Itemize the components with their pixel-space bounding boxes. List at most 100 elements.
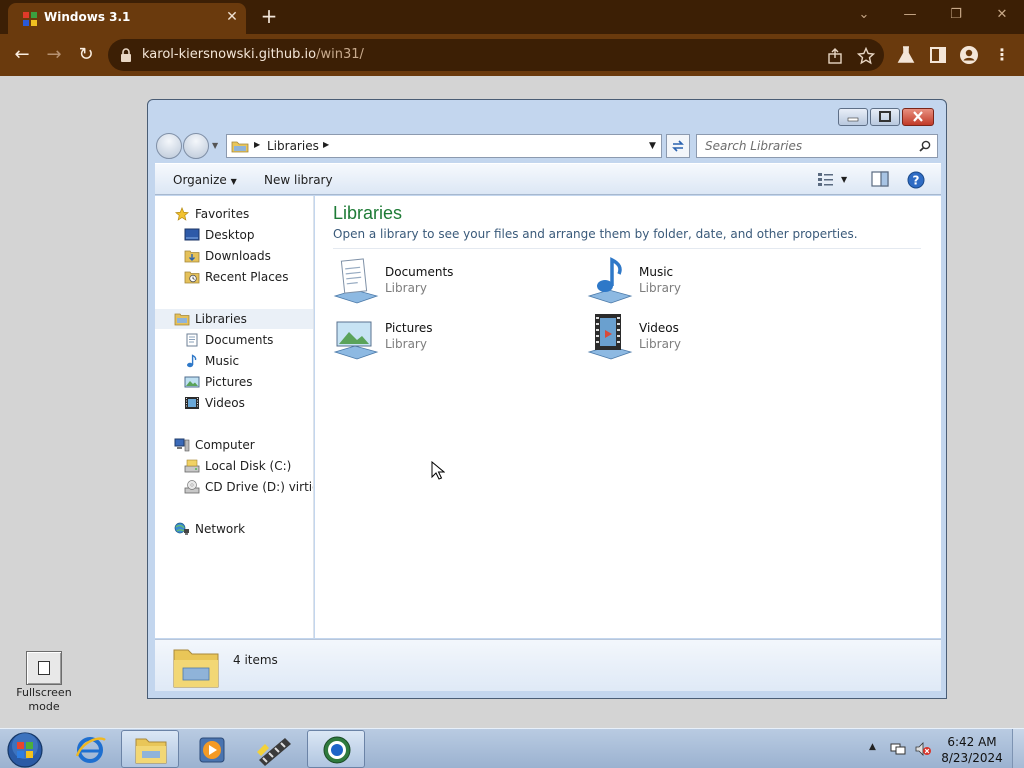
movie-maker-icon <box>257 738 291 766</box>
details-pane: 4 items <box>155 639 941 691</box>
search-icon[interactable] <box>919 140 931 152</box>
forward-arrow-icon[interactable]: → <box>42 43 66 67</box>
nav-libraries[interactable]: Libraries <box>155 309 313 329</box>
menu-kebab-icon[interactable]: ⋮ <box>990 43 1014 67</box>
window-maximize-button[interactable] <box>870 108 900 126</box>
nav-desktop[interactable]: Desktop <box>155 225 313 245</box>
url-host: karol-kiersnowski.github.io <box>142 47 317 62</box>
tray-overflow-icon[interactable]: ▲ <box>869 742 876 752</box>
restore-icon[interactable]: ❐ <box>942 4 970 26</box>
show-desktop-button[interactable] <box>1012 729 1024 768</box>
library-music[interactable]: Music Library <box>585 256 785 304</box>
minimize-glyph-icon <box>847 117 859 122</box>
refresh-button[interactable] <box>666 134 690 158</box>
share-icon[interactable] <box>826 47 844 65</box>
nav-downloads[interactable]: Downloads <box>155 246 313 266</box>
refresh-arrows-icon <box>672 140 684 152</box>
nav-pictures-label: Pictures <box>205 375 253 389</box>
explorer-back-button[interactable] <box>156 133 182 159</box>
nav-videos[interactable]: Videos <box>155 393 313 413</box>
address-row: ▼ ▶ Libraries ▶ ▼ Search Libraries <box>156 132 938 160</box>
music-library-icon <box>587 257 633 304</box>
nav-computer[interactable]: Computer <box>155 435 313 455</box>
windows-favicon-icon <box>23 12 37 26</box>
fullscreen-label: Fullscreen mode <box>16 686 72 713</box>
nav-music[interactable]: Music <box>155 351 313 371</box>
bookmark-star-icon[interactable] <box>857 47 875 65</box>
cd-drive-icon <box>184 480 200 494</box>
window-close-button[interactable] <box>902 108 934 126</box>
volume-muted-icon[interactable] <box>914 741 932 757</box>
reload-icon[interactable]: ↻ <box>74 43 98 67</box>
start-button-icon[interactable] <box>6 731 44 768</box>
music-note-icon <box>187 354 197 368</box>
fullscreen-icon <box>38 661 50 675</box>
help-icon[interactable]: ? <box>907 171 925 189</box>
close-window-icon[interactable]: ✕ <box>988 4 1016 26</box>
organize-button[interactable]: Organize ▼ <box>173 173 237 187</box>
explorer-window[interactable]: ▼ ▶ Libraries ▶ ▼ Search Libraries Organ… <box>147 99 947 699</box>
taskbar-movie-maker[interactable] <box>245 730 303 768</box>
taskbar-windows-explorer[interactable] <box>121 730 179 768</box>
caption-buttons <box>838 108 938 126</box>
taskbar-clock[interactable]: 6:42 AM 8/23/2024 <box>940 734 1004 766</box>
explorer-forward-button[interactable] <box>183 133 209 159</box>
change-view-icon[interactable] <box>817 171 835 187</box>
mouse-cursor-icon <box>431 461 445 480</box>
new-library-button[interactable]: New library <box>264 173 333 187</box>
media-center-icon <box>323 736 351 764</box>
nav-favorites[interactable]: Favorites <box>155 204 313 224</box>
url-text: karol-kiersnowski.github.io/win31/ <box>142 47 364 62</box>
side-panel-icon[interactable] <box>928 45 948 65</box>
library-videos[interactable]: Videos Library <box>585 312 785 360</box>
new-tab-button[interactable]: + <box>258 6 280 28</box>
window-minimize-button[interactable] <box>838 108 868 126</box>
nav-recent-places-label: Recent Places <box>205 270 289 284</box>
nav-music-label: Music <box>205 354 240 368</box>
documents-icon <box>186 333 198 347</box>
desktop-icon <box>184 228 200 241</box>
nav-recent-places[interactable]: Recent Places <box>155 267 313 287</box>
network-icon <box>174 522 189 535</box>
nav-cd-drive[interactable]: CD Drive (D:) virtio-w <box>155 477 313 497</box>
library-name: Videos <box>639 321 679 335</box>
nav-pictures[interactable]: Pictures <box>155 372 313 392</box>
profile-avatar-icon[interactable] <box>959 45 979 65</box>
nav-local-disk[interactable]: Local Disk (C:) <box>155 456 313 476</box>
nav-videos-label: Videos <box>205 396 245 410</box>
view-options-chevron-icon[interactable]: ▼ <box>841 175 847 184</box>
tab-close-icon[interactable]: ✕ <box>222 7 242 27</box>
computer-icon <box>174 438 190 452</box>
search-input[interactable]: Search Libraries <box>696 134 938 158</box>
libraries-folder-icon <box>231 141 249 153</box>
nav-documents-label: Documents <box>205 333 274 347</box>
nav-network[interactable]: Network <box>155 519 313 539</box>
fullscreen-button[interactable] <box>26 651 62 685</box>
taskbar-internet-explorer[interactable] <box>61 730 119 768</box>
browser-tab[interactable]: Windows 3.1 ✕ <box>8 3 246 34</box>
back-arrow-icon[interactable]: ← <box>10 43 34 67</box>
taskbar-media-player[interactable] <box>183 730 241 768</box>
windows-explorer-icon <box>135 738 167 764</box>
documents-library-icon <box>333 258 379 304</box>
taskbar-active-app[interactable] <box>307 730 365 768</box>
breadcrumb-separator-icon[interactable]: ▶ <box>254 140 260 149</box>
breadcrumb-arrow-icon[interactable]: ▶ <box>323 140 329 149</box>
library-pictures[interactable]: Pictures Library <box>331 312 531 360</box>
svg-text:?: ? <box>913 174 920 188</box>
extension-flask-icon[interactable] <box>896 45 916 65</box>
address-bar[interactable]: karol-kiersnowski.github.io/win31/ <box>108 39 884 71</box>
address-dropdown-icon[interactable]: ▼ <box>649 141 656 151</box>
local-disk-icon <box>184 459 200 473</box>
network-tray-icon[interactable] <box>890 741 908 757</box>
recent-pages-chevron-icon[interactable]: ▼ <box>212 141 218 150</box>
explorer-address-box[interactable]: ▶ Libraries ▶ ▼ <box>226 134 662 158</box>
nav-desktop-label: Desktop <box>205 228 255 242</box>
minimize-icon[interactable]: — <box>896 4 924 26</box>
nav-documents[interactable]: Documents <box>155 330 313 350</box>
library-documents[interactable]: Documents Library <box>331 256 531 304</box>
tab-search-icon[interactable]: ⌄ <box>850 4 878 26</box>
back-forward-buttons: ▼ <box>156 132 218 160</box>
breadcrumb-libraries[interactable]: Libraries <box>267 139 319 153</box>
preview-pane-icon[interactable] <box>871 171 889 187</box>
